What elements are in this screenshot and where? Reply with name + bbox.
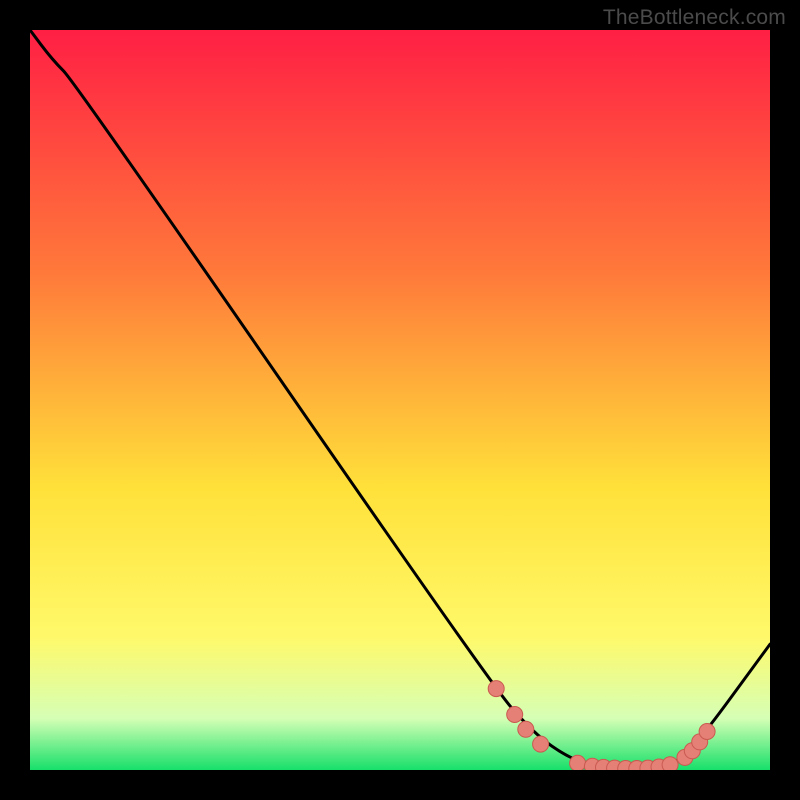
data-dot: [699, 724, 715, 740]
data-dot: [533, 736, 549, 752]
plot-area: [30, 30, 770, 770]
data-dot: [518, 721, 534, 737]
data-dot: [662, 757, 678, 770]
data-dot: [570, 755, 586, 770]
chart-svg: [30, 30, 770, 770]
data-dot: [507, 707, 523, 723]
gradient-background: [30, 30, 770, 770]
attribution-label: TheBottleneck.com: [603, 6, 786, 30]
chart-wrapper: TheBottleneck.com: [0, 0, 800, 800]
data-dot: [488, 681, 504, 697]
